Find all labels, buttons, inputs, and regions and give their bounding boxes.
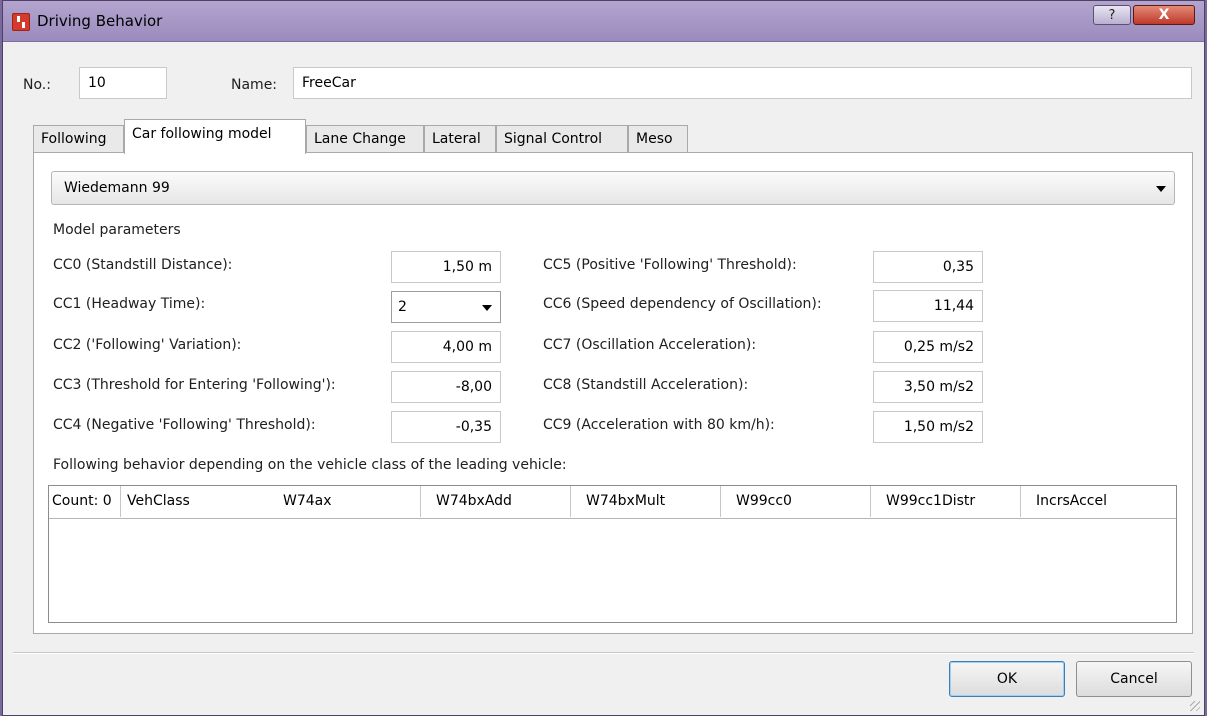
vehicle-class-caption: Following behavior depending on the vehi… <box>53 457 567 473</box>
cc5-input[interactable]: 0,35 <box>873 251 983 283</box>
name-label: Name: <box>231 77 278 93</box>
cc3-input[interactable]: -8,00 <box>391 371 501 403</box>
column-header-w99cc1distr[interactable]: W99cc1Distr <box>871 486 1021 517</box>
cc7-input[interactable]: 0,25 m/s2 <box>873 331 983 363</box>
tab-meso[interactable]: Meso <box>628 125 688 153</box>
cc2-input[interactable]: 4,00 m <box>391 331 501 363</box>
model-select-value: Wiedemann 99 <box>64 180 170 196</box>
tab-car-following-model[interactable]: Car following model <box>124 119 306 154</box>
tab-following[interactable]: Following <box>33 125 124 153</box>
cc3-label: CC3 (Threshold for Entering 'Following')… <box>53 377 336 393</box>
column-header-vehclass[interactable]: VehClass <box>121 486 271 517</box>
cc2-label: CC2 ('Following' Variation): <box>53 337 242 353</box>
footer-divider <box>13 652 1194 654</box>
cc0-input[interactable]: 1,50 m <box>391 251 501 283</box>
app-logo-icon <box>12 13 30 31</box>
column-header-incrsaccel[interactable]: IncrsAccel <box>1021 486 1176 517</box>
cc7-label: CC7 (Oscillation Acceleration): <box>543 337 757 353</box>
cc0-label: CC0 (Standstill Distance): <box>53 257 233 273</box>
name-input[interactable]: FreeCar <box>293 67 1192 99</box>
cc9-label: CC9 (Acceleration with 80 km/h): <box>543 417 775 433</box>
cc5-label: CC5 (Positive 'Following' Threshold): <box>543 257 797 273</box>
column-header-w74bxmult[interactable]: W74bxMult <box>571 486 721 517</box>
cc9-input[interactable]: 1,50 m/s2 <box>873 411 983 443</box>
tab-lane-change[interactable]: Lane Change <box>306 125 424 153</box>
column-header-w74bxadd[interactable]: W74bxAdd <box>421 486 571 517</box>
chevron-down-icon <box>482 305 492 311</box>
model-select[interactable]: Wiedemann 99 <box>51 171 1175 205</box>
tab-lateral[interactable]: Lateral <box>424 125 496 153</box>
window-title: Driving Behavior <box>37 12 163 30</box>
resize-grip-icon[interactable] <box>1190 701 1200 711</box>
cc1-label: CC1 (Headway Time): <box>53 296 206 312</box>
cc4-input[interactable]: -0,35 <box>391 411 501 443</box>
ok-button[interactable]: OK <box>949 661 1065 697</box>
close-button[interactable]: X <box>1133 5 1195 25</box>
driving-behavior-dialog: Driving Behavior ? X No.: 10 Name: FreeC… <box>2 0 1205 716</box>
count-header[interactable]: Count: 0 <box>49 486 121 517</box>
vehicle-class-table[interactable]: Count: 0 VehClass W74ax W74bxAdd W74bxMu… <box>48 485 1177 623</box>
cc1-select-value: 2 <box>398 299 407 315</box>
model-parameters-heading: Model parameters <box>53 222 181 238</box>
cc4-label: CC4 (Negative 'Following' Threshold): <box>53 417 316 433</box>
cc6-label: CC6 (Speed dependency of Oscillation): <box>543 296 822 312</box>
cc1-select[interactable]: 2 <box>391 291 501 323</box>
cc6-input[interactable]: 11,44 <box>873 290 983 322</box>
tab-signal-control[interactable]: Signal Control <box>496 125 628 153</box>
cc8-label: CC8 (Standstill Acceleration): <box>543 377 749 393</box>
no-input[interactable]: 10 <box>79 67 167 99</box>
cancel-button[interactable]: Cancel <box>1076 661 1192 697</box>
cc8-input[interactable]: 3,50 m/s2 <box>873 371 983 403</box>
no-label: No.: <box>23 77 51 93</box>
table-header: Count: 0 VehClass W74ax W74bxAdd W74bxMu… <box>49 486 1176 519</box>
column-header-w99cc0[interactable]: W99cc0 <box>721 486 871 517</box>
help-button[interactable]: ? <box>1093 5 1131 25</box>
column-header-w74ax[interactable]: W74ax <box>271 486 421 517</box>
title-bar[interactable]: Driving Behavior ? X <box>3 1 1204 42</box>
chevron-down-icon <box>1156 186 1166 192</box>
